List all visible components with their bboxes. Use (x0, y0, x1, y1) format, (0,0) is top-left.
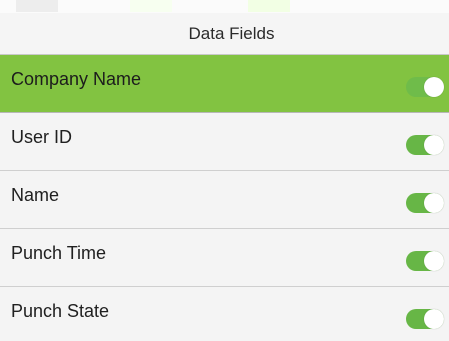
field-label: Punch Time (11, 243, 107, 263)
field-row-user-id[interactable]: User ID (0, 113, 449, 171)
top-decoration (248, 0, 290, 12)
field-row-company-name[interactable]: Company Name (0, 55, 449, 113)
field-row-punch-time[interactable]: Punch Time (0, 229, 449, 287)
toggle-knob (424, 309, 444, 329)
toggle-knob (424, 135, 444, 155)
field-row-punch-state[interactable]: Punch State (0, 287, 449, 341)
toggle-knob (424, 193, 444, 213)
toggle-switch-icon[interactable] (406, 193, 444, 213)
toggle-switch-icon[interactable] (406, 309, 444, 329)
field-label: User ID (11, 127, 73, 147)
data-fields-screen: Data Fields Company Name User ID Name Pu… (0, 0, 449, 341)
field-label: Punch State (11, 301, 110, 321)
field-row-name[interactable]: Name (0, 171, 449, 229)
page-header: Data Fields (0, 13, 449, 55)
toggle-switch-icon[interactable] (406, 251, 444, 271)
top-strip (0, 0, 449, 13)
field-label: Company Name (11, 69, 142, 89)
toggle-knob (424, 77, 444, 97)
toggle-switch-icon[interactable] (406, 135, 444, 155)
data-fields-list: Company Name User ID Name Punch Time Pun (0, 55, 449, 341)
top-decoration (130, 0, 172, 12)
toggle-switch-icon[interactable] (406, 77, 444, 97)
toggle-knob (424, 251, 444, 271)
field-label: Name (11, 185, 60, 205)
page-title: Data Fields (188, 23, 275, 43)
top-decoration (16, 0, 58, 12)
